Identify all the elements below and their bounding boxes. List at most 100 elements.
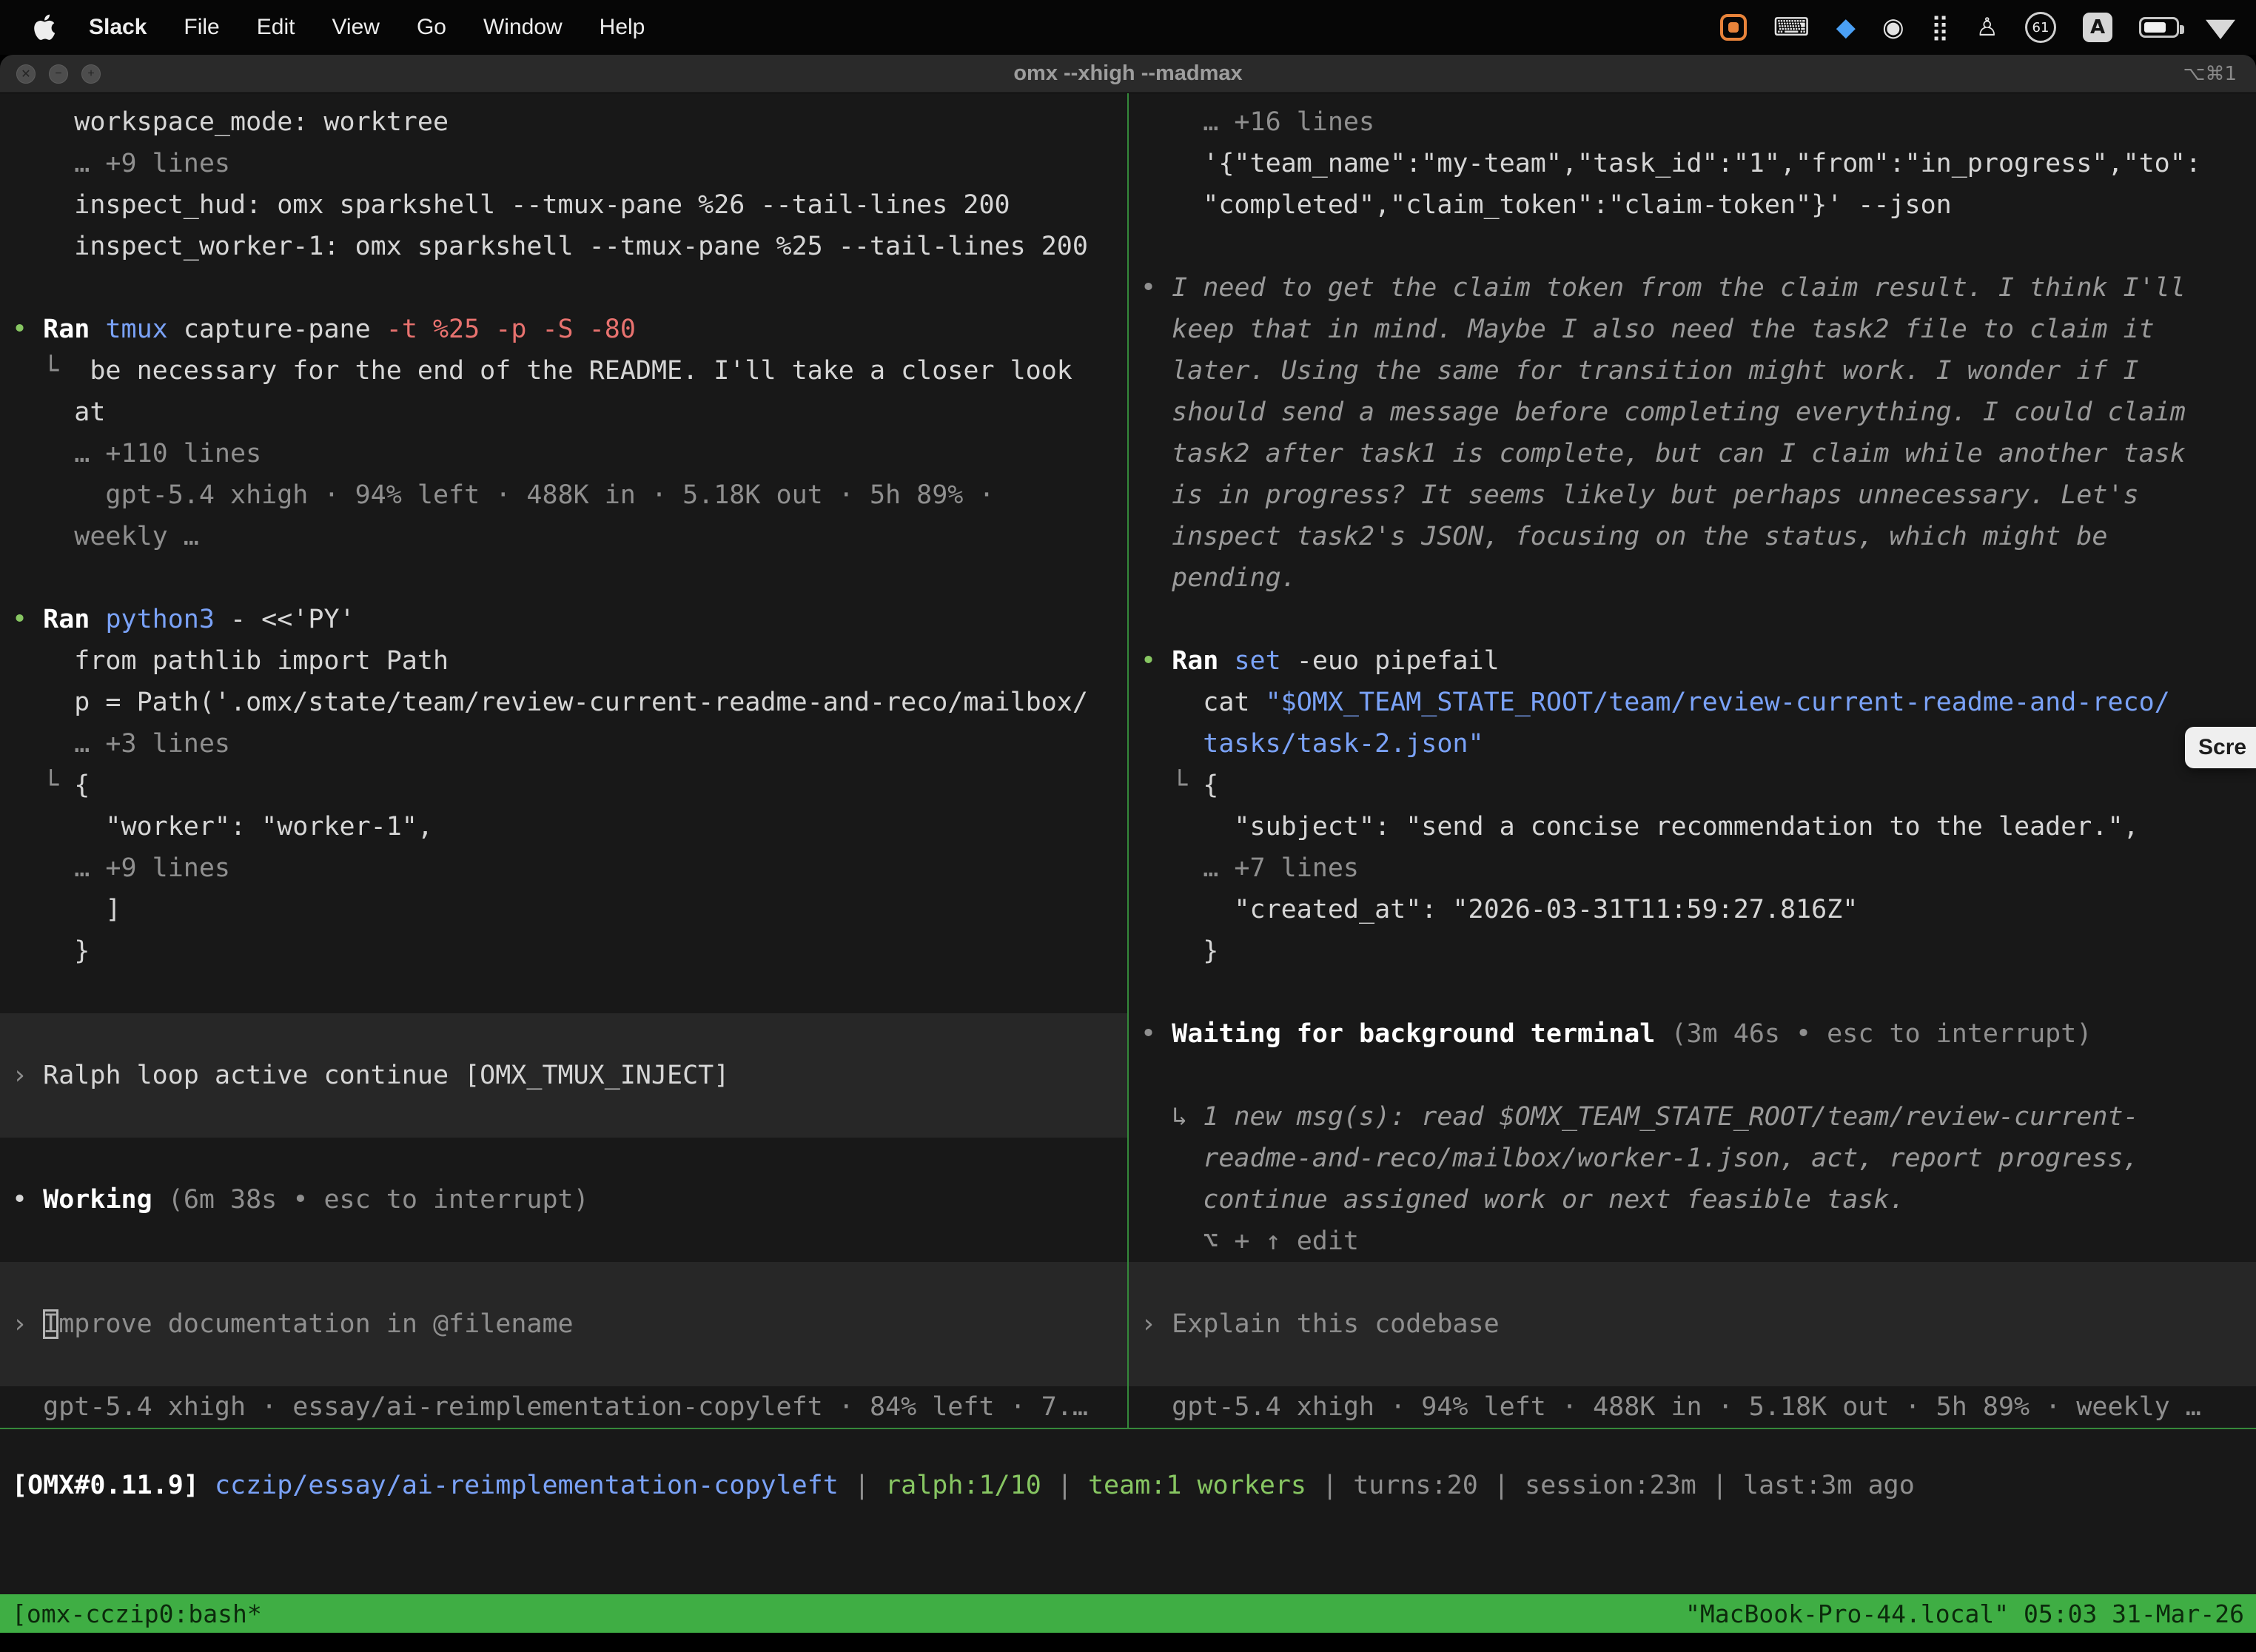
ghost-icon[interactable]: ♙	[1976, 13, 1998, 42]
text-segment: later. Using the same for transition mig…	[1141, 356, 2139, 386]
terminal-line: is in progress? It seems likely but perh…	[1141, 474, 2244, 516]
terminal-line: … +110 lines	[12, 433, 1115, 474]
terminal-pane-right[interactable]: … +16 lines '{"team_name":"my-team","tas…	[1129, 93, 2256, 1428]
text-segment: - <<'PY'	[215, 605, 355, 634]
battery-icon[interactable]	[2139, 17, 2179, 38]
text-segment: "subject": "send a concise recommendatio…	[1141, 812, 2139, 842]
text-segment: from pathlib import Path	[12, 646, 449, 676]
text-segment: inspect_hud: omx sparkshell --tmux-pane …	[12, 190, 1010, 220]
terminal-line	[12, 1138, 1115, 1179]
terminal-line: • Ran set -euo pipefail	[1141, 640, 2244, 682]
terminal-pane-left[interactable]: workspace_mode: worktree … +9 lines insp…	[0, 93, 1127, 1428]
text-segment: p = Path('.omx/state/team/review-current…	[12, 688, 1088, 717]
text-segment: keep that in mind. Maybe I also need the…	[1141, 315, 2155, 344]
text-segment: is in progress? It seems likely but perh…	[1141, 480, 2139, 510]
dots-grid-icon[interactable]: ⣿	[1931, 13, 1950, 42]
terminal-line: … +9 lines	[12, 143, 1115, 184]
close-button[interactable]: ✕	[16, 64, 36, 84]
text-segment: }	[12, 936, 90, 966]
text-segment: •	[1141, 1019, 1172, 1049]
window-titlebar[interactable]: ✕ − + omx --xhigh --madmax ⌥⌘1	[0, 55, 2256, 93]
terminal-line: └ be necessary for the end of the README…	[12, 350, 1115, 392]
text-segment: team:1 workers	[1088, 1471, 1306, 1500]
tmux-panes: workspace_mode: worktree … +9 lines insp…	[0, 93, 2256, 1429]
text-segment: Ran	[43, 605, 90, 634]
omx-status-line: [OMX#0.11.9] cczip/essay/ai-reimplementa…	[0, 1465, 2256, 1506]
text-segment: readme-and-reco/mailbox/worker-1.json, a…	[1141, 1144, 2139, 1173]
text-segment: ralph:1/10	[885, 1471, 1041, 1500]
terminal-line: "completed","claim_token":"claim-token"}…	[1141, 184, 2244, 226]
text-segment: … +7 lines	[1141, 853, 1359, 883]
terminal-line: › Ralph loop active continue [OMX_TMUX_I…	[12, 1055, 1115, 1096]
text-segment: continue assigned work or next feasible …	[1141, 1185, 1905, 1215]
text-segment: -t %25 -p -S -80	[386, 315, 636, 344]
active-app-menu[interactable]: Slack	[89, 15, 147, 40]
zoom-button[interactable]: +	[81, 64, 101, 84]
text-segment: inspect task2's JSON, focusing on the st…	[1141, 522, 2107, 551]
text-segment: gpt-5.4 xhigh · 94% left · 488K in · 5.1…	[1141, 1392, 2201, 1422]
spark-icon[interactable]: ◆	[1836, 13, 1856, 42]
menubar-item-help[interactable]: Help	[600, 15, 645, 40]
input-source-icon[interactable]: A	[2083, 13, 2112, 42]
terminal-line	[12, 1220, 1115, 1262]
menubar-item-file[interactable]: File	[184, 15, 219, 40]
text-segment: Explain this codebase	[1172, 1309, 1500, 1339]
text-segment: … +110 lines	[12, 439, 261, 469]
text-segment: session:23m	[1525, 1471, 1696, 1500]
prompt-input-box[interactable]: › Explain this codebase	[1129, 1262, 2256, 1386]
terminal-line: "worker": "worker-1",	[12, 806, 1115, 847]
text-segment: ⌥ + ↑ edit	[1141, 1226, 1359, 1256]
text-segment: inspect_worker-1: omx sparkshell --tmux-…	[12, 232, 1088, 261]
menubar-item-window[interactable]: Window	[483, 15, 563, 40]
menubar-item-edit[interactable]: Edit	[257, 15, 295, 40]
terminal-line	[1141, 1055, 2244, 1096]
terminal-line: inspect_worker-1: omx sparkshell --tmux-…	[12, 226, 1115, 267]
text-segment	[90, 605, 105, 634]
text-segment	[90, 315, 105, 344]
apple-menu[interactable]	[33, 13, 58, 42]
menubar-item-view[interactable]: View	[332, 15, 379, 40]
terminal-line: inspect task2's JSON, focusing on the st…	[1141, 516, 2244, 557]
gauge-icon[interactable]: 61	[2025, 12, 2056, 43]
record-stop-icon[interactable]	[1720, 14, 1747, 41]
text-segment: •	[12, 315, 43, 344]
terminal-line: weekly …	[12, 516, 1115, 557]
text-segment: {	[1203, 770, 1218, 800]
terminal-line: › Improve documentation in @filename	[12, 1303, 1115, 1345]
text-segment: gpt-5.4 xhigh · essay/ai-reimplementatio…	[12, 1392, 1088, 1422]
terminal-line: … +7 lines	[1141, 847, 2244, 889]
text-segment: "worker": "worker-1",	[12, 812, 433, 842]
terminal-line: gpt-5.4 xhigh · essay/ai-reimplementatio…	[12, 1386, 1115, 1428]
text-segment: python3	[105, 605, 215, 634]
text-segment: cczip/essay/ai-reimplementation-copyleft	[215, 1471, 839, 1500]
app-circle-icon[interactable]: ◉	[1882, 13, 1904, 42]
terminal-line: later. Using the same for transition mig…	[1141, 350, 2244, 392]
minimize-button[interactable]: −	[49, 64, 68, 84]
prompt-input-box[interactable]: › Improve documentation in @filename	[0, 1262, 1127, 1386]
keyboard-icon[interactable]: ⌨	[1773, 13, 1810, 42]
terminal-line: readme-and-reco/mailbox/worker-1.json, a…	[1141, 1138, 2244, 1179]
terminal-line: keep that in mind. Maybe I also need the…	[1141, 309, 2244, 350]
prompt-input-box[interactable]: › Ralph loop active continue [OMX_TMUX_I…	[0, 1013, 1127, 1138]
text-segment: should send a message before completing …	[1141, 397, 2186, 427]
text-segment: Waiting for background terminal	[1172, 1019, 1655, 1049]
terminal-line: › Explain this codebase	[1141, 1303, 2244, 1345]
traffic-lights: ✕ − +	[16, 55, 101, 93]
screen-tooltip[interactable]: Scre	[2185, 727, 2256, 768]
text-segment: tmux	[105, 315, 167, 344]
terminal-line: "subject": "send a concise recommendatio…	[1141, 806, 2244, 847]
wifi-icon[interactable]	[2206, 16, 2235, 39]
terminal-line: p = Path('.omx/state/team/review-current…	[12, 682, 1115, 723]
text-segment: •	[1141, 646, 1172, 676]
terminal-line: ]	[12, 889, 1115, 930]
menubar-item-go[interactable]: Go	[417, 15, 446, 40]
text-segment: last:3m ago	[1743, 1471, 1915, 1500]
terminal-line: • Ran tmux capture-pane -t %25 -p -S -80	[12, 309, 1115, 350]
text-segment: (3m 46s • esc to interrupt)	[1655, 1019, 2092, 1049]
terminal-line: • I need to get the claim token from the…	[1141, 267, 2244, 309]
text-segment: … +9 lines	[12, 853, 230, 883]
window-title: omx --xhigh --madmax	[1013, 61, 1242, 86]
terminal-line: gpt-5.4 xhigh · 94% left · 488K in · 5.1…	[1141, 1386, 2244, 1428]
text-segment: Ralph loop active continue [OMX_TMUX_INJ…	[43, 1061, 729, 1090]
text-segment: └	[12, 356, 90, 386]
